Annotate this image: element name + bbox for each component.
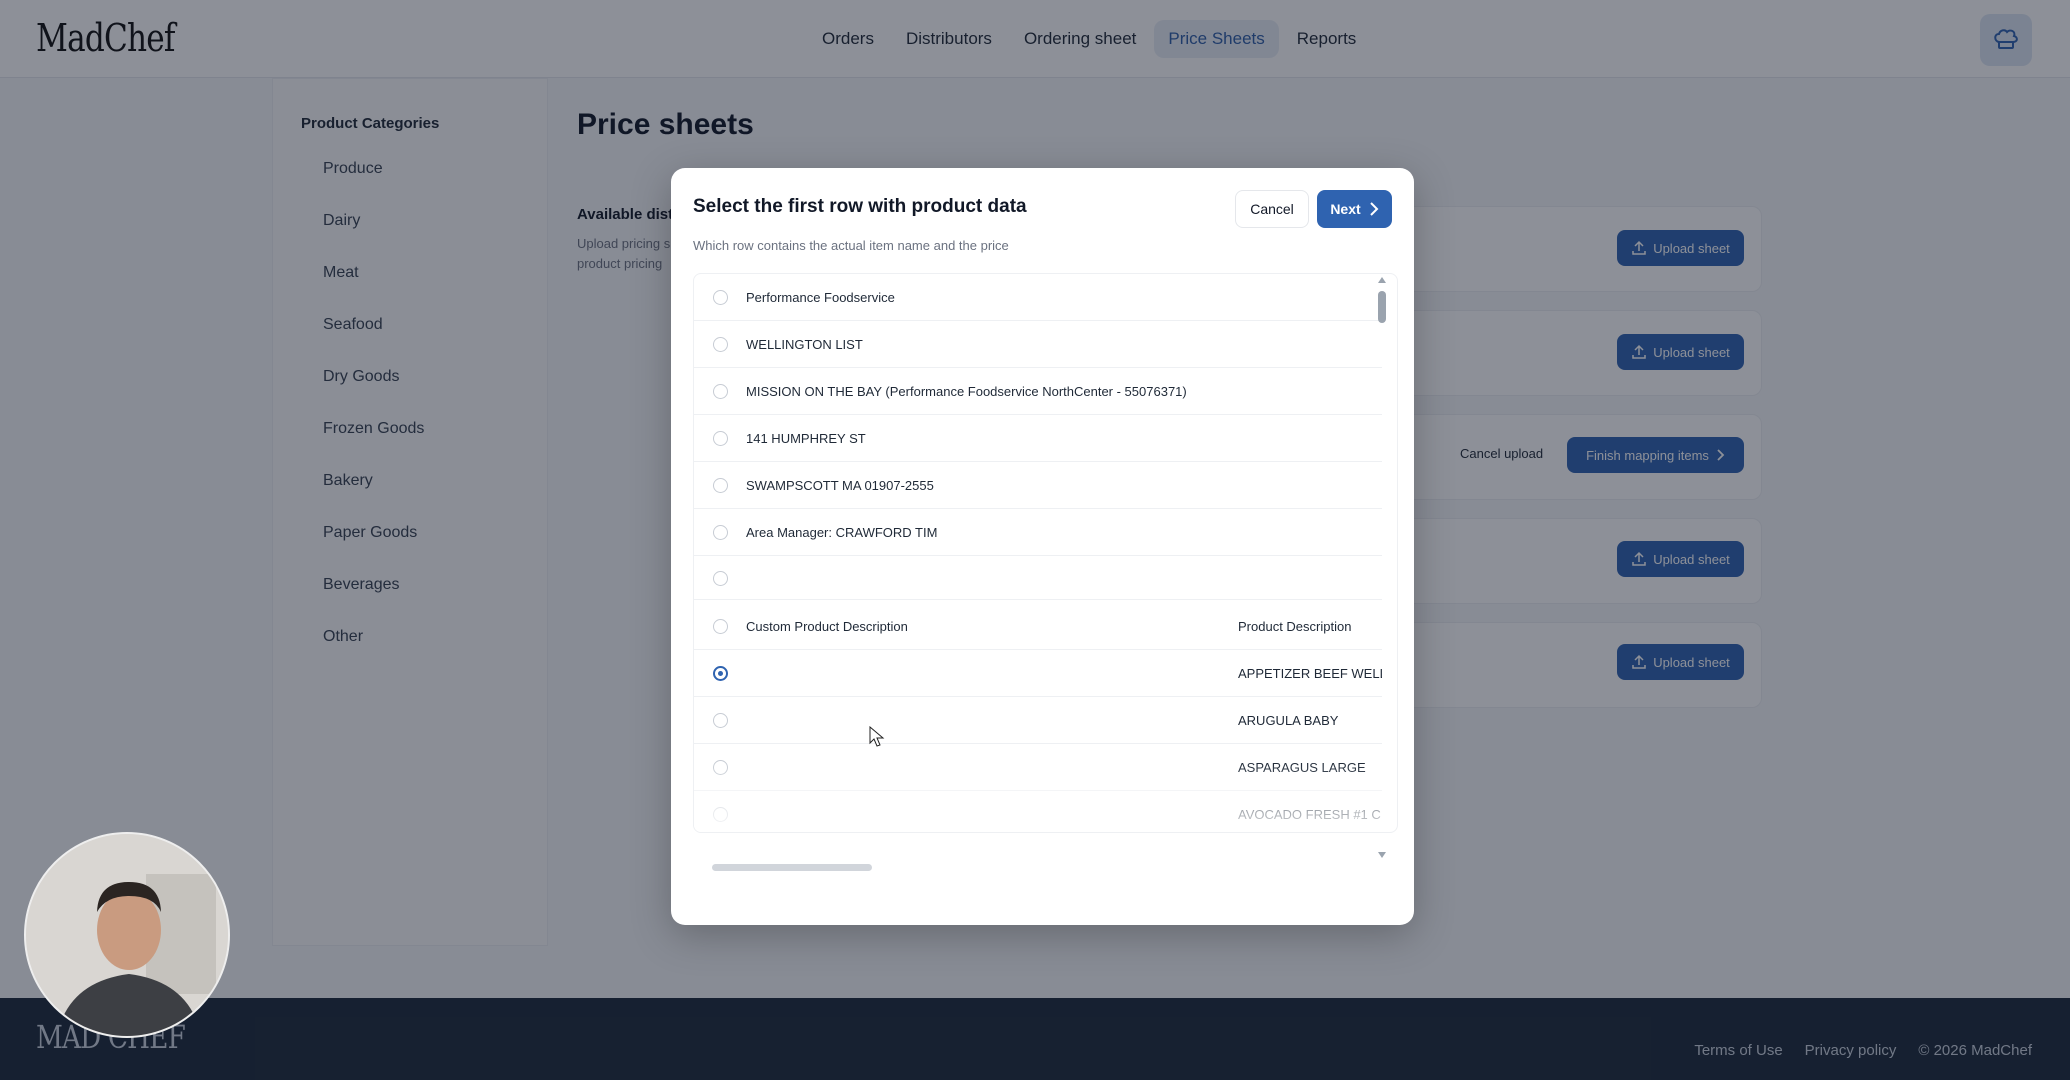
row-cell-custom-description: WELLINGTON LIST — [746, 336, 863, 352]
row-radio[interactable] — [713, 337, 728, 352]
row-cell-custom-description: SWAMPSCOTT MA 01907-2555 — [746, 477, 934, 493]
table-row[interactable]: SWAMPSCOTT MA 01907-2555 — [694, 462, 1382, 509]
modal-title: Select the first row with product data — [693, 196, 1027, 217]
table-row[interactable]: Area Manager: CRAWFORD TIM — [694, 509, 1382, 556]
table-row[interactable]: AVOCADO FRESH #1 C — [694, 791, 1382, 832]
row-cell-custom-description: 141 HUMPHREY ST — [746, 430, 866, 446]
table-row[interactable]: MISSION ON THE BAY (Performance Foodserv… — [694, 368, 1382, 415]
row-radio[interactable] — [713, 525, 728, 540]
row-radio[interactable] — [713, 478, 728, 493]
next-label: Next — [1330, 201, 1361, 217]
row-radio[interactable] — [713, 666, 728, 681]
scroll-down-arrow-icon — [1378, 852, 1386, 858]
row-cell-custom-description: Performance Foodservice — [746, 289, 895, 305]
modal-subtitle: Which row contains the actual item name … — [693, 238, 1009, 253]
row-cell-custom-description: Custom Product Description — [746, 618, 908, 634]
row-radio[interactable] — [713, 807, 728, 822]
row-cell-product-description: ASPARAGUS LARGE — [1238, 759, 1366, 775]
table-row[interactable]: 141 HUMPHREY ST — [694, 415, 1382, 462]
cancel-button[interactable]: Cancel — [1235, 190, 1309, 228]
scroll-up-arrow-icon — [1378, 277, 1386, 283]
row-radio[interactable] — [713, 290, 728, 305]
webcam-overlay — [24, 832, 230, 1038]
table-row[interactable]: WELLINGTON LIST — [694, 321, 1382, 368]
row-radio[interactable] — [713, 384, 728, 399]
table-row[interactable]: ASPARAGUS LARGE — [694, 744, 1382, 791]
table-row[interactable]: APPETIZER BEEF WELL — [694, 650, 1382, 697]
select-first-row-modal: Select the first row with product data W… — [671, 168, 1414, 925]
mouse-cursor-icon — [869, 726, 885, 747]
row-radio[interactable] — [713, 570, 728, 586]
row-cell-product-description: AVOCADO FRESH #1 C — [1238, 806, 1381, 822]
row-cell-product-description: Product Description — [1238, 618, 1352, 634]
table-row[interactable] — [694, 556, 1382, 600]
row-radio[interactable] — [713, 760, 728, 775]
row-cell-custom-description: Area Manager: CRAWFORD TIM — [746, 524, 938, 540]
vertical-scrollbar[interactable] — [1378, 275, 1386, 860]
row-radio[interactable] — [713, 619, 728, 634]
table-row[interactable]: ARUGULA BABY — [694, 697, 1382, 744]
row-cell-product-description: ARUGULA BABY — [1238, 712, 1339, 728]
table-row[interactable]: Custom Product Description Product Descri… — [694, 603, 1382, 650]
row-radio[interactable] — [713, 713, 728, 728]
rows-list[interactable]: Performance Foodservice WELLINGTON LIST MI… — [693, 273, 1398, 833]
table-row[interactable]: Performance Foodservice — [694, 274, 1382, 321]
next-button[interactable]: Next — [1317, 190, 1392, 228]
webcam-person-image — [26, 834, 228, 1036]
row-cell-product-description: APPETIZER BEEF WELL — [1238, 665, 1382, 681]
chevron-right-icon — [1369, 202, 1379, 216]
row-radio[interactable] — [713, 431, 728, 446]
horizontal-scroll-thumb[interactable] — [712, 864, 872, 871]
row-cell-custom-description: MISSION ON THE BAY (Performance Foodserv… — [746, 383, 1187, 399]
vertical-scroll-thumb[interactable] — [1378, 291, 1386, 323]
